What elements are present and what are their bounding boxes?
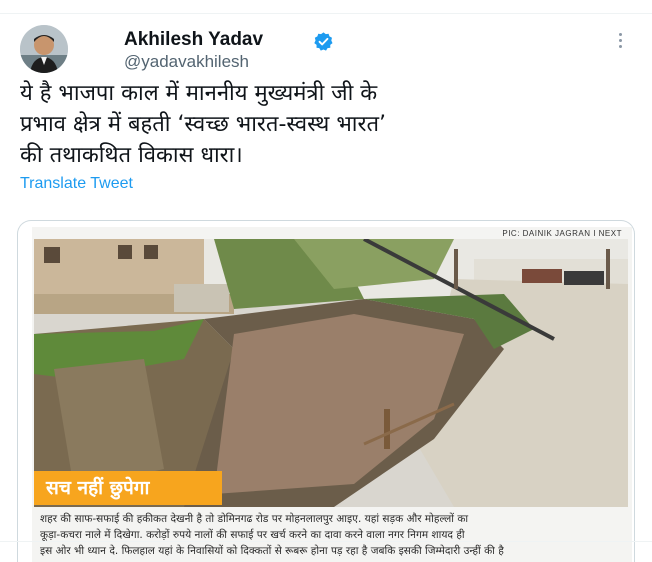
author-name[interactable]: Akhilesh Yadav <box>124 29 263 51</box>
caption-line: शहर की साफ-सफाई की हकीकत देखनी है तो डोम… <box>40 513 469 525</box>
bottom-divider <box>0 541 652 542</box>
author-handle[interactable]: @yadavakhilesh <box>124 52 249 72</box>
tweet-line: प्रभाव क्षेत्र में बहती ‘स्वच्छ भारत-स्व… <box>20 112 387 137</box>
avatar-image <box>20 25 68 73</box>
verified-badge-icon <box>314 32 333 51</box>
more-options-icon[interactable] <box>612 30 628 50</box>
tweet-text: ये है भाजपा काल में माननीय मुख्यमंत्री ज… <box>20 78 632 171</box>
photo-credit: PIC: DAINIK JAGRAN I NEXT <box>502 229 622 238</box>
translate-tweet-link[interactable]: Translate Tweet <box>20 175 133 193</box>
tweet-media[interactable]: PIC: DAINIK JAGRAN I NEXT सच नहीं छुपेगा… <box>17 220 635 562</box>
top-divider <box>0 13 652 14</box>
drain-photo <box>34 239 628 507</box>
avatar[interactable] <box>20 25 68 73</box>
headline-banner: सच नहीं छुपेगा <box>34 471 222 505</box>
tweet-line: ये है भाजपा काल में माननीय मुख्यमंत्री ज… <box>20 81 378 106</box>
clipping-caption: शहर की साफ-सफाई की हकीकत देखनी है तो डोम… <box>40 511 626 559</box>
tweet-line: की तथाकथित विकास धारा। <box>20 143 243 168</box>
newspaper-clipping: PIC: DAINIK JAGRAN I NEXT सच नहीं छुपेगा… <box>32 227 632 562</box>
caption-line: इस ओर भी ध्यान दे. फिलहाल यहां के निवासि… <box>40 545 504 557</box>
